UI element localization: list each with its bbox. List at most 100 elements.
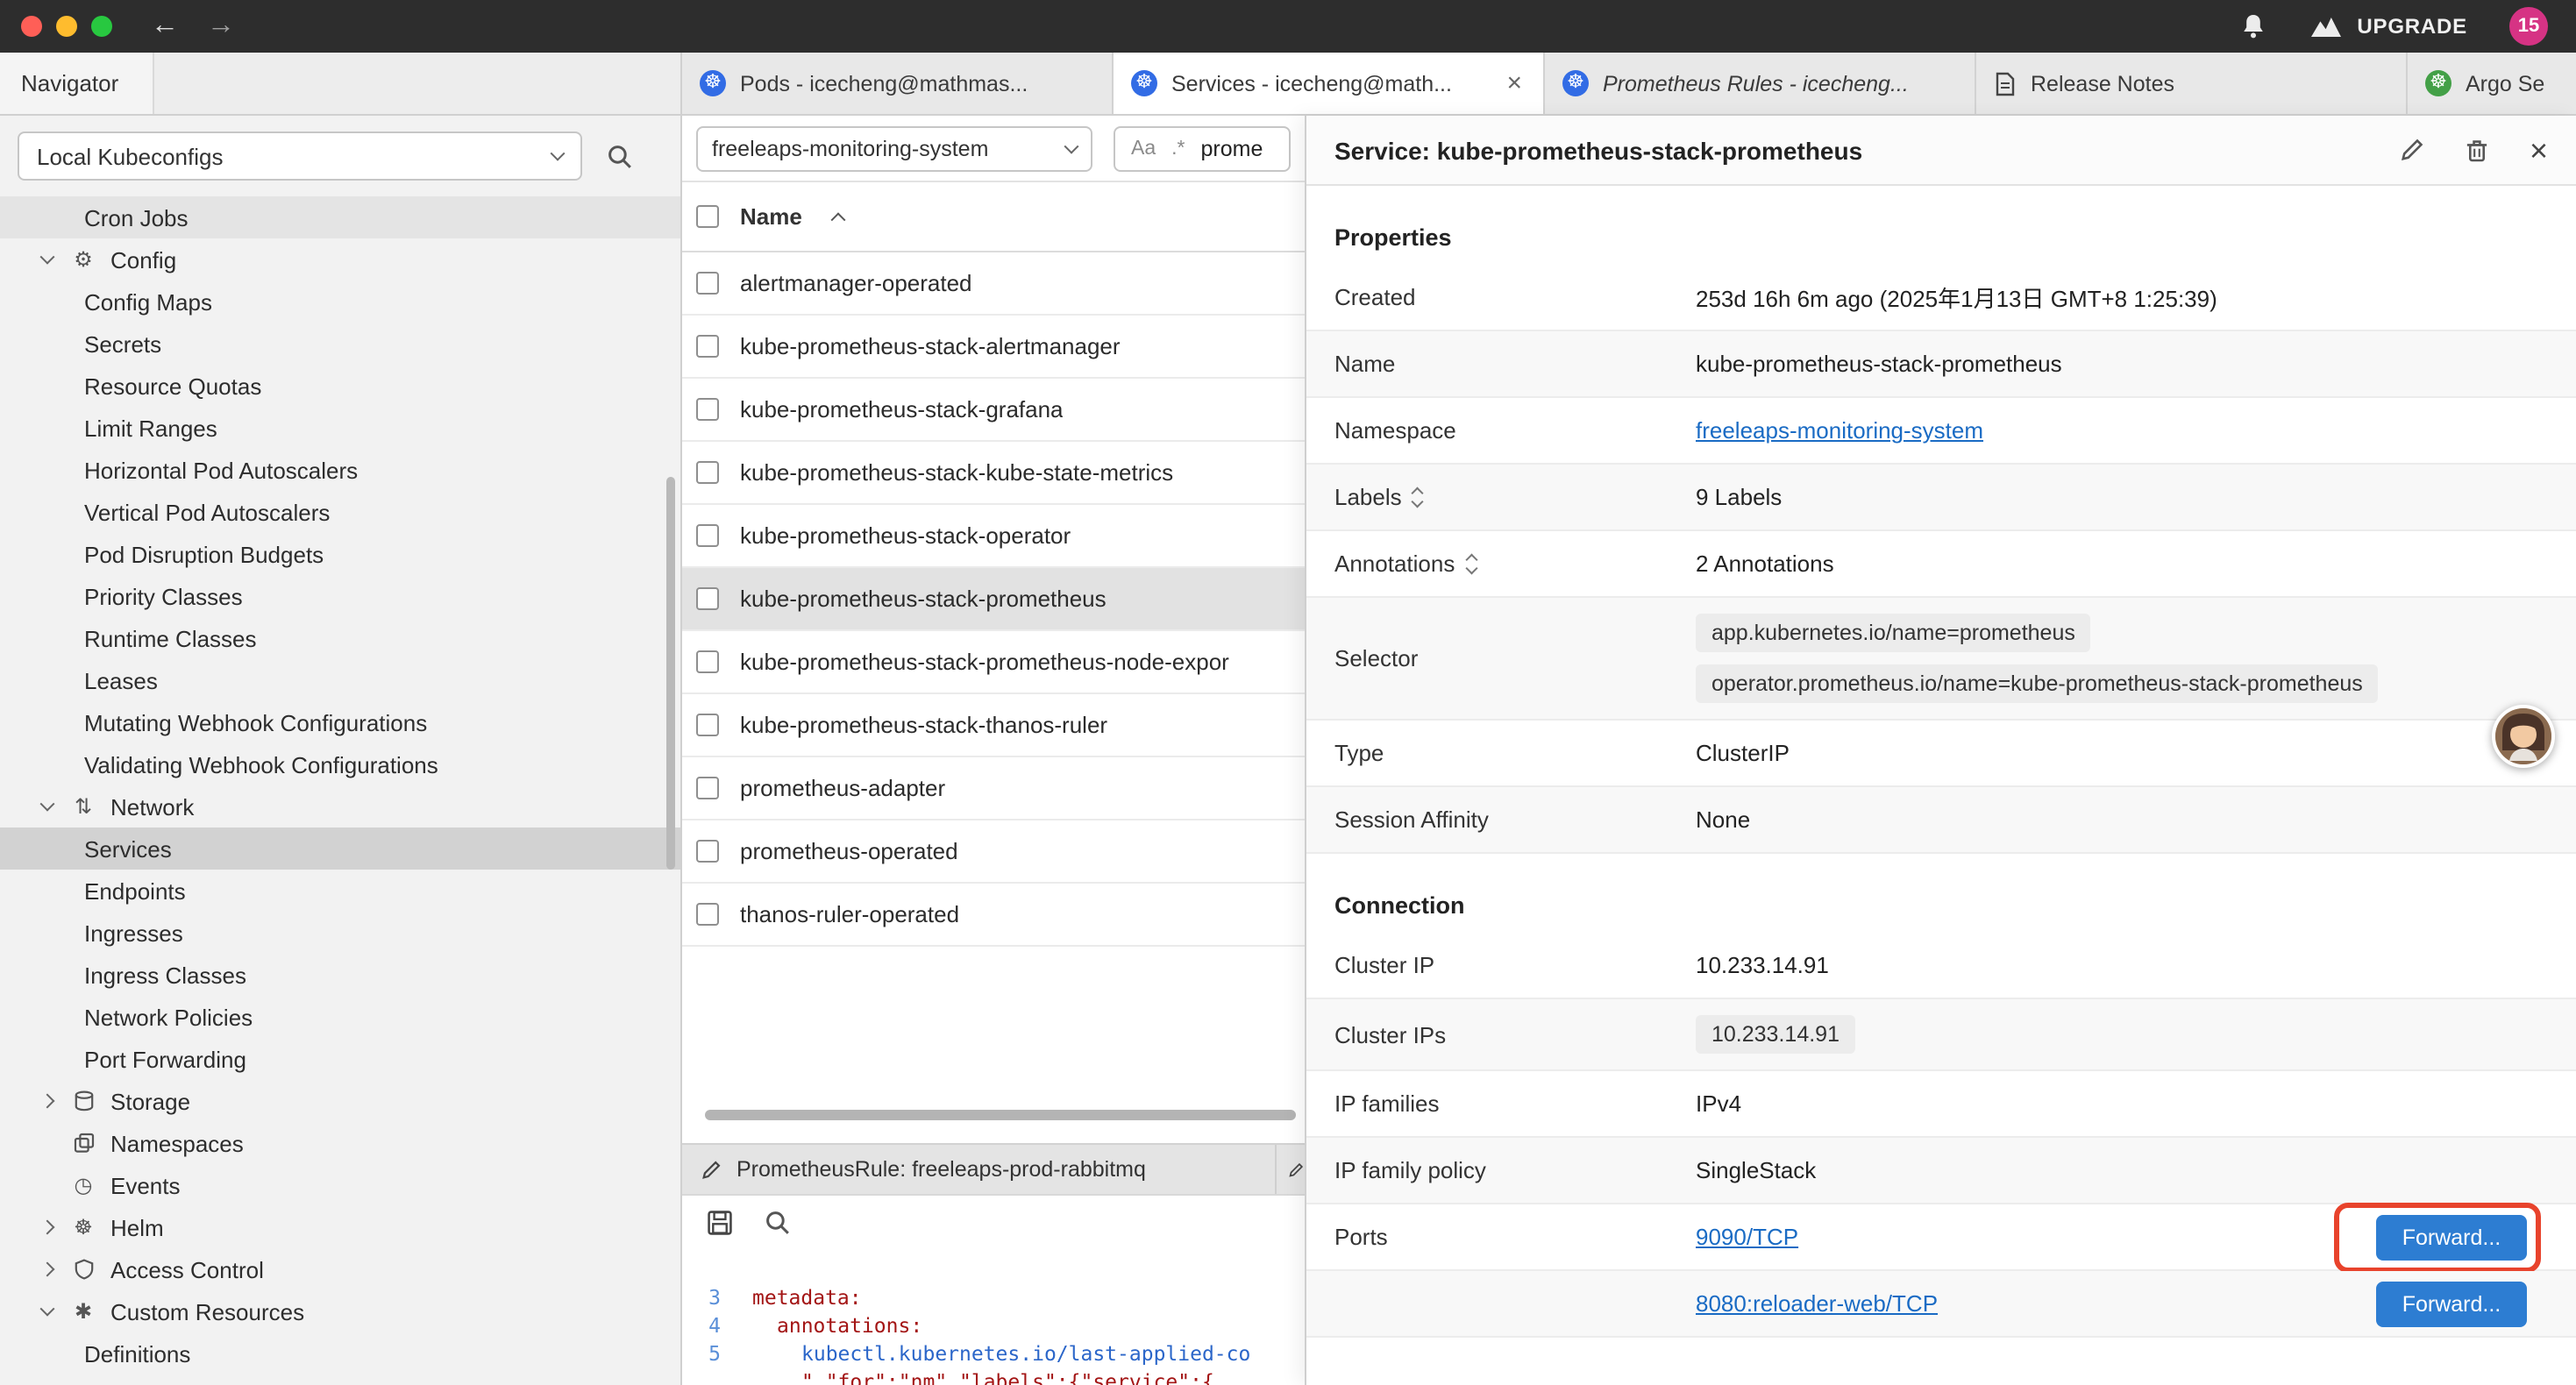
sidebar-item-endpoints[interactable]: Endpoints <box>0 870 680 912</box>
sidebar-item-namespaces[interactable]: Namespaces <box>0 1122 680 1164</box>
name-column-header[interactable]: Name <box>740 203 802 230</box>
sidebar-item-helm[interactable]: ☸Helm <box>0 1206 680 1248</box>
sidebar-item-mutating-webhook-configurations[interactable]: Mutating Webhook Configurations <box>0 701 680 743</box>
sidebar-item-config[interactable]: ⚙Config <box>0 238 680 281</box>
sidebar-item-network-policies[interactable]: Network Policies <box>0 996 680 1038</box>
forward-button[interactable]: Forward... <box>2376 1214 2527 1260</box>
minimize-window-icon[interactable] <box>56 16 77 37</box>
tab-prometheus-rules-icecheng[interactable]: ☸Prometheus Rules - icecheng... <box>1545 53 1976 114</box>
sidebar-item-definitions[interactable]: Definitions <box>0 1332 680 1374</box>
maximize-window-icon[interactable] <box>91 16 112 37</box>
chevron-right-icon[interactable] <box>39 1264 56 1275</box>
tab-services-icecheng-math[interactable]: ☸Services - icecheng@math...× <box>1114 53 1545 114</box>
row-checkbox[interactable] <box>696 650 719 673</box>
sidebar-item-horizontal-pod-autoscalers[interactable]: Horizontal Pod Autoscalers <box>0 449 680 491</box>
yaml-editor[interactable]: 3metadata:4annotations:5kubectl.kubernet… <box>682 1248 1305 1385</box>
table-row-kube-prometheus-stack-grafana[interactable]: kube-prometheus-stack-grafana <box>682 379 1305 442</box>
row-checkbox[interactable] <box>696 398 719 421</box>
back-icon[interactable]: ← <box>151 0 179 53</box>
editor-search-icon[interactable] <box>765 1210 791 1236</box>
table-row-kube-prometheus-stack-alertmanager[interactable]: kube-prometheus-stack-alertmanager <box>682 316 1305 379</box>
close-window-icon[interactable] <box>21 16 42 37</box>
sidebar-item-access-control[interactable]: Access Control <box>0 1248 680 1290</box>
regex-toggle[interactable]: .* <box>1171 138 1185 159</box>
forward-button[interactable]: Forward... <box>2376 1281 2527 1326</box>
services-horizontal-scrollbar[interactable] <box>682 1108 1305 1122</box>
match-case-toggle[interactable]: Aa <box>1131 138 1156 159</box>
namespace-link[interactable]: freeleaps-monitoring-system <box>1696 417 1983 444</box>
sidebar-item-secrets[interactable]: Secrets <box>0 323 680 365</box>
sidebar-item-storage[interactable]: Storage <box>0 1080 680 1122</box>
namespace-selector[interactable]: freeleaps-monitoring-system <box>696 125 1092 171</box>
sidebar-item-network[interactable]: ⇅Network <box>0 785 680 827</box>
sidebar-item-port-forwarding[interactable]: Port Forwarding <box>0 1038 680 1080</box>
close-drawer-icon[interactable]: × <box>2530 134 2548 166</box>
sidebar-item-custom-resources[interactable]: ✱Custom Resources <box>0 1290 680 1332</box>
chevron-right-icon[interactable] <box>39 1096 56 1106</box>
notifications-bell-icon[interactable] <box>2239 12 2267 40</box>
service-name: kube-prometheus-stack-prometheus <box>740 586 1107 612</box>
select-all-checkbox[interactable] <box>696 205 719 228</box>
table-row-kube-prometheus-stack-prometheus-node-expor[interactable]: kube-prometheus-stack-prometheus-node-ex… <box>682 631 1305 694</box>
sidebar-item-cron-jobs[interactable]: Cron Jobs <box>0 196 680 238</box>
editor-tab-prometheusrule[interactable]: PrometheusRule: freeleaps-prod-rabbitmq <box>682 1145 1277 1194</box>
row-checkbox[interactable] <box>696 272 719 295</box>
tab-pods-icecheng-mathmas[interactable]: ☸Pods - icecheng@mathmas... <box>682 53 1114 114</box>
editor-tab-next-partial[interactable] <box>1277 1145 1305 1194</box>
sidebar-search-icon[interactable] <box>607 143 633 169</box>
chevron-down-icon[interactable] <box>39 801 56 812</box>
sidebar-item-pod-disruption-budgets[interactable]: Pod Disruption Budgets <box>0 533 680 575</box>
table-row-prometheus-operated[interactable]: prometheus-operated <box>682 820 1305 884</box>
notification-count-badge[interactable]: 15 <box>2509 7 2548 46</box>
sidebar-item-priority-classes[interactable]: Priority Classes <box>0 575 680 617</box>
table-row-kube-prometheus-stack-prometheus[interactable]: kube-prometheus-stack-prometheus <box>682 568 1305 631</box>
row-checkbox[interactable] <box>696 840 719 863</box>
tab-argo-se[interactable]: ☸Argo Se <box>2408 53 2576 114</box>
forward-icon[interactable]: → <box>207 0 235 53</box>
sidebar-item-ingresses[interactable]: Ingresses <box>0 912 680 954</box>
row-checkbox[interactable] <box>696 777 719 799</box>
upgrade-button[interactable]: UPGRADE <box>2309 14 2467 39</box>
chevron-down-icon[interactable] <box>39 254 56 265</box>
table-row-kube-prometheus-stack-thanos-ruler[interactable]: kube-prometheus-stack-thanos-ruler <box>682 694 1305 757</box>
row-checkbox[interactable] <box>696 714 719 736</box>
user-avatar[interactable] <box>2492 705 2555 768</box>
chevron-right-icon[interactable] <box>39 1222 56 1232</box>
row-checkbox[interactable] <box>696 587 719 610</box>
expander-icon[interactable] <box>1414 487 1422 508</box>
port-link-9090-tcp[interactable]: 9090/TCP <box>1696 1224 1798 1250</box>
table-row-alertmanager-operated[interactable]: alertmanager-operated <box>682 252 1305 316</box>
kubeconfig-selector[interactable]: Local Kubeconfigs <box>18 131 582 181</box>
sidebar-item-vertical-pod-autoscalers[interactable]: Vertical Pod Autoscalers <box>0 491 680 533</box>
section-connection: Cluster IP10.233.14.91Cluster IPs10.233.… <box>1306 933 2576 1338</box>
services-search-input[interactable]: Aa .* prome <box>1114 125 1291 171</box>
table-row-thanos-ruler-operated[interactable]: thanos-ruler-operated <box>682 884 1305 947</box>
sidebar-item-services[interactable]: Services <box>0 827 680 870</box>
table-row-kube-prometheus-stack-kube-state-metrics[interactable]: kube-prometheus-stack-kube-state-metrics <box>682 442 1305 505</box>
line-code: metadata: <box>752 1283 862 1311</box>
tab-close-icon[interactable]: × <box>1503 68 1526 98</box>
row-checkbox[interactable] <box>696 335 719 358</box>
table-row-kube-prometheus-stack-operator[interactable]: kube-prometheus-stack-operator <box>682 505 1305 568</box>
sidebar-item-leases[interactable]: Leases <box>0 659 680 701</box>
table-row-prometheus-adapter[interactable]: prometheus-adapter <box>682 757 1305 820</box>
sidebar-item-events[interactable]: ◷Events <box>0 1164 680 1206</box>
navigator-tab[interactable]: Navigator <box>0 53 154 114</box>
sidebar-item-resource-quotas[interactable]: Resource Quotas <box>0 365 680 407</box>
row-checkbox[interactable] <box>696 461 719 484</box>
sidebar-item-limit-ranges[interactable]: Limit Ranges <box>0 407 680 449</box>
port-link-8080-reloader-web-tcp[interactable]: 8080:reloader-web/TCP <box>1696 1290 1938 1317</box>
row-checkbox[interactable] <box>696 524 719 547</box>
sidebar-item-runtime-classes[interactable]: Runtime Classes <box>0 617 680 659</box>
sidebar-scrollbar[interactable] <box>666 477 675 870</box>
sidebar-item-validating-webhook-configurations[interactable]: Validating Webhook Configurations <box>0 743 680 785</box>
sidebar-item-config-maps[interactable]: Config Maps <box>0 281 680 323</box>
row-checkbox[interactable] <box>696 903 719 926</box>
delete-trash-icon[interactable] <box>2465 137 2491 163</box>
edit-icon[interactable] <box>2400 137 2426 163</box>
save-icon[interactable] <box>707 1210 733 1236</box>
sidebar-item-ingress-classes[interactable]: Ingress Classes <box>0 954 680 996</box>
expander-icon[interactable] <box>1467 553 1475 574</box>
tab-release-notes[interactable]: Release Notes <box>1976 53 2408 114</box>
chevron-down-icon[interactable] <box>39 1306 56 1317</box>
